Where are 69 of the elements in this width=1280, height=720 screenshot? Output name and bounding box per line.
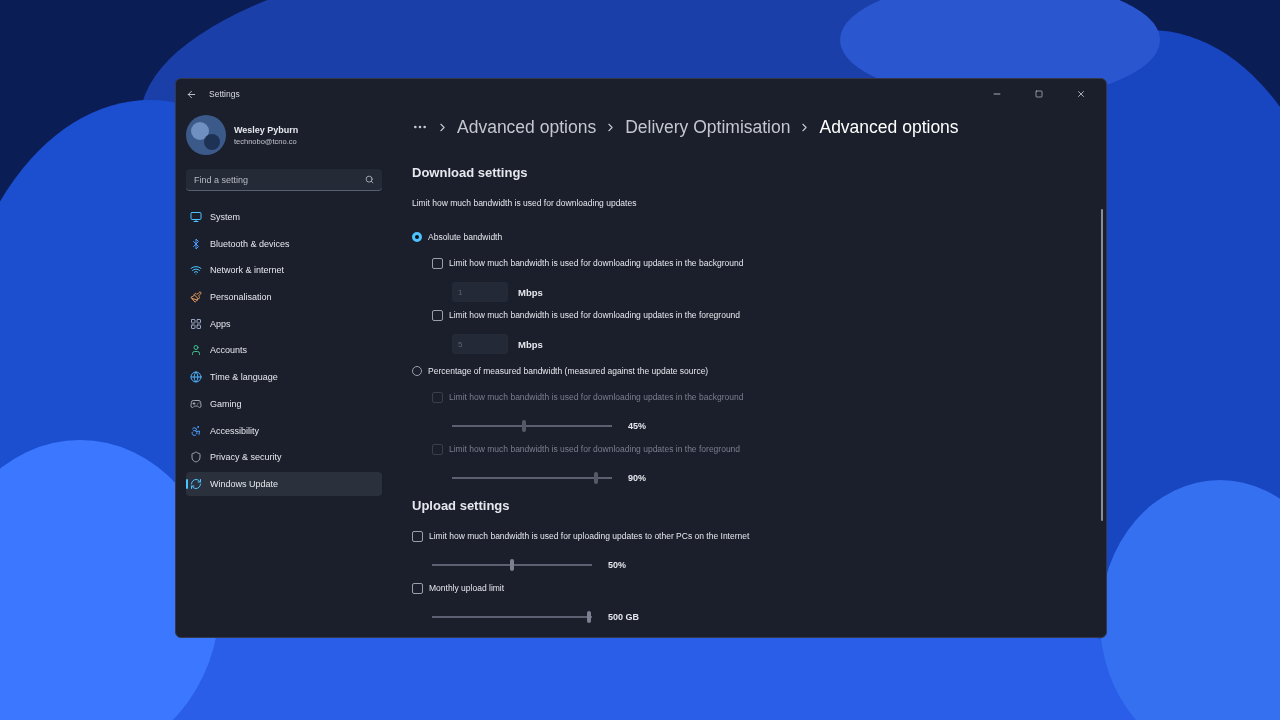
unit-label: Mbps <box>518 338 543 350</box>
slider-thumb[interactable] <box>586 611 591 623</box>
search-icon <box>365 175 374 184</box>
globe-icon <box>190 371 202 384</box>
sidebar-label: Accounts <box>210 345 248 356</box>
breadcrumb-item[interactable]: Delivery Optimisation <box>625 116 791 138</box>
sidebar-label: Privacy & security <box>210 452 282 463</box>
sidebar-item[interactable]: Windows Update <box>186 471 382 496</box>
selection-indicator <box>186 478 188 489</box>
section-description: Limit how much bandwidth is used for downloading updates <box>412 198 638 208</box>
sidebar-label: Personalisation <box>210 292 272 303</box>
checkbox-label: Limit how much bandwidth is used for downloading updates in the background <box>449 392 744 402</box>
accessibility-icon <box>190 424 202 437</box>
checkbox-label: Limit how much bandwidth is used for downloading updates in the foreground <box>449 310 741 320</box>
checkbox[interactable] <box>412 583 423 594</box>
sidebar-label: Time & language <box>210 372 278 383</box>
person-icon <box>190 344 202 357</box>
checkbox-label: Limit how much bandwidth is used for uploading updates to other PCs on the Internet <box>429 531 750 541</box>
section-heading: Upload settings <box>412 498 511 513</box>
sidebar-label: Accessibility <box>210 425 259 436</box>
radio-label: Absolute bandwidth <box>428 232 503 242</box>
breadcrumb-item: Advanced options <box>819 116 959 138</box>
monitor-icon <box>190 211 202 223</box>
apps-icon <box>190 317 202 330</box>
slider-value: 500 GB <box>608 612 640 622</box>
unit-label: Mbps <box>518 286 543 298</box>
slider-thumb[interactable] <box>510 559 514 571</box>
maximize-icon <box>1035 90 1043 98</box>
sidebar-item[interactable]: Apps <box>186 311 382 336</box>
bluetooth-icon <box>190 237 202 250</box>
section-heading: Download settings <box>412 165 529 180</box>
sidebar-label: Bluetooth & devices <box>210 238 290 249</box>
gamepad-icon <box>190 397 202 410</box>
sidebar-item[interactable]: Bluetooth & devices <box>186 231 382 256</box>
search-field[interactable]: Find a setting <box>186 169 382 191</box>
sidebar-label: Gaming <box>210 398 242 409</box>
back-icon[interactable] <box>186 88 197 100</box>
sidebar-item[interactable]: Network & internet <box>186 258 382 283</box>
sidebar-item[interactable]: System <box>186 205 382 229</box>
checkbox[interactable] <box>432 258 443 269</box>
close-icon <box>1076 89 1086 99</box>
breadcrumb-item[interactable]: Advanced options <box>457 116 597 138</box>
checkbox-label: Limit how much bandwidth is used for downloading updates in the foreground <box>449 444 741 454</box>
user-name: Wesley Pyburn <box>234 124 299 135</box>
sidebar-label: Apps <box>210 318 231 329</box>
shield-icon <box>190 451 202 464</box>
slider-value: 50% <box>608 560 626 570</box>
sidebar-label: Network & internet <box>210 265 285 276</box>
sidebar-item[interactable]: Time & language <box>186 365 382 390</box>
paintbrush-icon <box>190 291 202 304</box>
refresh-icon <box>190 477 202 490</box>
slider-value: 45% <box>628 421 646 431</box>
checkbox-label: Monthly upload limit <box>429 583 505 593</box>
checkbox[interactable] <box>432 310 443 321</box>
sidebar-label: System <box>210 212 240 222</box>
scrollbar[interactable] <box>1101 209 1103 521</box>
sidebar-item[interactable]: Accessibility <box>186 418 382 443</box>
window-title: Settings <box>209 89 240 99</box>
checkbox-label: Limit how much bandwidth is used for downloading updates in the background <box>449 258 744 268</box>
checkbox[interactable] <box>412 531 423 542</box>
sidebar-item[interactable]: Personalisation <box>186 285 382 310</box>
sidebar-item[interactable]: Privacy & security <box>186 445 382 470</box>
slider-value: 90% <box>628 473 646 483</box>
radio-label: Percentage of measured bandwidth (measured against the update source) <box>428 366 709 376</box>
sidebar-label: Windows Update <box>210 478 279 489</box>
radio-button[interactable] <box>412 232 422 242</box>
sidebar-item[interactable]: Accounts <box>186 338 382 363</box>
sidebar-item[interactable]: Gaming <box>186 391 382 416</box>
avatar <box>186 115 226 155</box>
